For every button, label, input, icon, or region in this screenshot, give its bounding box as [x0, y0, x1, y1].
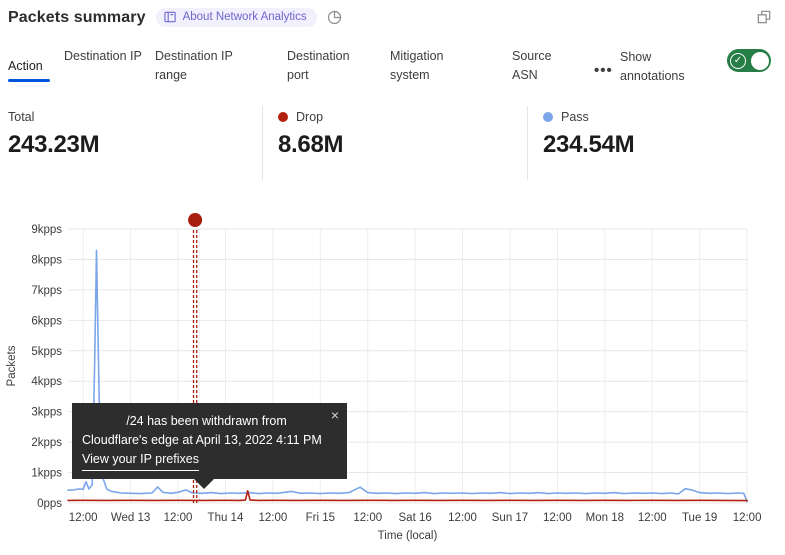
- stats-divider: [527, 106, 528, 180]
- stat-drop-value: 8.68M: [278, 131, 343, 159]
- stat-total-label: Total: [8, 110, 34, 124]
- stat-drop-label: Drop: [296, 110, 323, 124]
- x-tick-label: Wed 13: [111, 512, 150, 524]
- tab-label: Destination IP range: [155, 49, 233, 82]
- y-tick-label: 9kpps: [31, 224, 62, 236]
- check-icon: ✓: [730, 53, 746, 69]
- close-icon[interactable]: ×: [331, 406, 339, 425]
- stat-pass-value: 234.54M: [543, 131, 634, 159]
- x-tick-label: Thu 14: [208, 512, 244, 524]
- annotation-tooltip: × /24 has been withdrawn from Cloudflare…: [72, 403, 347, 479]
- x-tick-label: 12:00: [448, 512, 477, 524]
- x-tick-label: Sun 17: [492, 512, 528, 524]
- y-tick-label: 8kpps: [31, 254, 62, 266]
- x-axis-title: Time (local): [378, 530, 438, 542]
- stat-drop: Drop 8.68M: [278, 110, 343, 159]
- tab-destination-port[interactable]: Destination port: [287, 47, 369, 85]
- show-annotations-toggle[interactable]: ✓: [727, 49, 771, 72]
- active-tab-underline: [8, 79, 50, 82]
- y-tick-label: 0pps: [37, 498, 62, 510]
- stat-total-value: 243.23M: [8, 131, 99, 159]
- x-tick-label: 12:00: [543, 512, 572, 524]
- x-tick-label: 12:00: [353, 512, 382, 524]
- expand-panel-icon[interactable]: [757, 10, 771, 24]
- x-tick-label: Sat 16: [399, 512, 432, 524]
- more-tabs-button[interactable]: •••: [594, 62, 613, 79]
- y-tick-label: 1kpps: [31, 468, 62, 480]
- pass-legend-dot: [543, 112, 553, 122]
- page-title: Packets summary: [8, 9, 146, 27]
- toggle-knob: [751, 52, 769, 70]
- tooltip-arrow: [193, 478, 215, 489]
- show-annotations-label: Show annotations: [620, 48, 706, 86]
- y-tick-label: 3kpps: [31, 407, 62, 419]
- y-tick-label: 7kpps: [31, 285, 62, 297]
- tab-label: Mitigation system: [390, 49, 444, 82]
- tab-label: Destination IP: [64, 49, 142, 63]
- summary-stats: Total 243.23M Drop 8.68M Pass 234.54M: [0, 104, 785, 182]
- x-tick-label: Mon 18: [586, 512, 624, 524]
- x-tick-label: 12:00: [258, 512, 287, 524]
- tooltip-line2: Cloudflare's edge at April 13, 2022 4:11…: [82, 431, 337, 450]
- tooltip-line1: /24 has been withdrawn from: [82, 412, 337, 431]
- view-ip-prefixes-link[interactable]: View your IP prefixes: [82, 450, 199, 471]
- y-tick-label: 4kpps: [31, 376, 62, 388]
- stat-total: Total 243.23M: [8, 110, 99, 159]
- tab-source-asn[interactable]: Source ASN: [512, 47, 568, 85]
- tab-label: Destination port: [287, 49, 350, 82]
- x-tick-label: 12:00: [69, 512, 98, 524]
- x-tick-label: Fri 15: [306, 512, 335, 524]
- dimension-tabs: Action Destination IP Destination IP range…: [0, 46, 785, 96]
- y-tick-label: 6kpps: [31, 315, 62, 327]
- tab-label: Action: [8, 59, 43, 73]
- tab-mitigation-system[interactable]: Mitigation system: [390, 47, 472, 85]
- badge-label: About Network Analytics: [183, 11, 307, 23]
- x-tick-label: 12:00: [164, 512, 193, 524]
- x-tick-label: Tue 19: [682, 512, 717, 524]
- annotation-dot[interactable]: [188, 213, 202, 227]
- y-tick-label: 2kpps: [31, 437, 62, 449]
- stats-divider: [262, 106, 263, 180]
- tab-destination-ip-range[interactable]: Destination IP range: [155, 47, 255, 85]
- about-network-analytics-badge[interactable]: About Network Analytics: [156, 8, 317, 27]
- y-tick-label: 5kpps: [31, 346, 62, 358]
- stat-pass: Pass 234.54M: [543, 110, 634, 159]
- packets-chart[interactable]: 0pps 1kpps 2kpps 3kpps 4kpps 5kpps 6kpps 7kpps 8…: [0, 205, 785, 555]
- x-tick-label: 12:00: [638, 512, 667, 524]
- data-freshness-icon[interactable]: [327, 10, 342, 25]
- panel-header: Packets summary About Network Analytics: [8, 8, 342, 27]
- tab-action[interactable]: Action: [8, 57, 54, 82]
- tab-destination-ip[interactable]: Destination IP: [64, 47, 142, 66]
- y-axis-title: Packets: [6, 345, 18, 386]
- stat-pass-label: Pass: [561, 110, 589, 124]
- book-icon: [164, 11, 177, 23]
- drop-legend-dot: [278, 112, 288, 122]
- x-tick-label: 12:00: [733, 512, 762, 524]
- tab-label: Source ASN: [512, 49, 552, 82]
